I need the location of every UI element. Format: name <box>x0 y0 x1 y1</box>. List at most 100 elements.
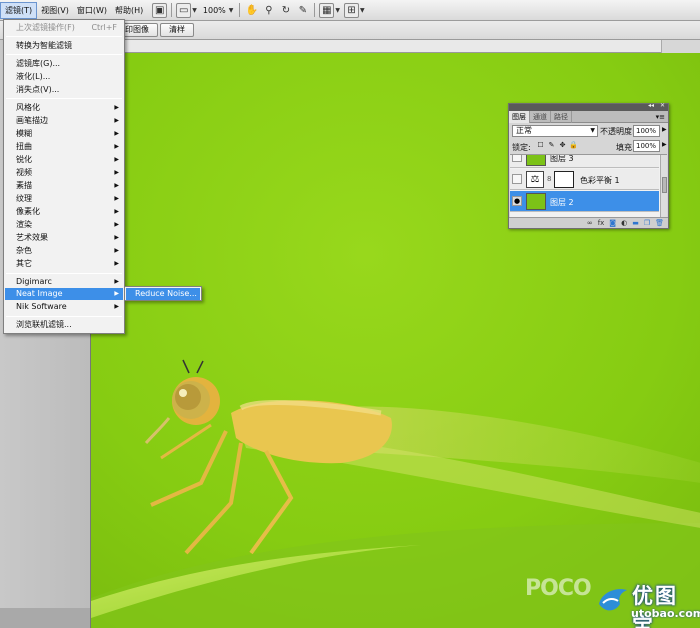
menu-item-stylize[interactable]: 风格化 ▶ <box>5 102 123 114</box>
screen-mode-icon[interactable]: ▭ <box>176 2 192 18</box>
poco-watermark: POCO <box>525 576 592 601</box>
menu-view[interactable]: 视图(V) <box>37 2 73 19</box>
menu-item-label: 模糊 <box>16 129 32 138</box>
menu-item-other[interactable]: 其它 ▶ <box>5 258 123 270</box>
tab-layers[interactable]: 图层 <box>509 111 530 123</box>
layer-row[interactable]: 图层 3 <box>510 155 659 168</box>
menu-item-label: Nik Software <box>16 302 67 311</box>
menu-item-label: 消失点(V)... <box>16 85 60 94</box>
lock-all-icon[interactable]: 🔒 <box>569 141 578 150</box>
chevron-down-icon[interactable]: ▼ <box>192 7 197 14</box>
submenu-arrow-icon: ▶ <box>114 104 119 111</box>
layer-style-icon[interactable]: fx <box>598 219 605 227</box>
chevron-down-icon[interactable]: ▼ <box>360 7 365 14</box>
menu-item-label: 渲染 <box>16 220 32 229</box>
delete-layer-icon[interactable]: 🗑 <box>655 219 664 227</box>
ruler-tool-icon[interactable]: ✎ <box>295 3 310 18</box>
fill-field[interactable]: 100% <box>633 140 660 152</box>
menu-item-filter-gallery[interactable]: 滤镜库(G)... <box>5 58 123 70</box>
menu-item-label: 液化(L)... <box>16 72 51 81</box>
hand-tool-icon[interactable]: ✋ <box>244 3 259 18</box>
submenu-arrow-icon: ▶ <box>114 221 119 228</box>
link-icon[interactable]: 8 <box>547 175 551 183</box>
menu-item-sharpen[interactable]: 锐化 ▶ <box>5 154 123 166</box>
menu-item-brush-strokes[interactable]: 画笔描边 ▶ <box>5 115 123 127</box>
chevron-down-icon[interactable]: ▼ <box>229 7 234 14</box>
menu-item-blur[interactable]: 模糊 ▶ <box>5 128 123 140</box>
adjustment-layer-icon[interactable]: ◐ <box>621 219 627 227</box>
visibility-toggle[interactable] <box>512 174 522 184</box>
submenu-arrow-icon: ▶ <box>114 182 119 189</box>
menu-item-label: 锐化 <box>16 155 32 164</box>
lock-transparency-icon[interactable]: ☐ <box>536 141 545 150</box>
menu-item-artistic[interactable]: 艺术效果 ▶ <box>5 232 123 244</box>
menu-item-pixelate[interactable]: 像素化 ▶ <box>5 206 123 218</box>
arrange-documents-icon[interactable]: ▦ <box>319 2 335 18</box>
menu-item-convert-smart-filter[interactable]: 转换为智能滤镜 <box>5 40 123 52</box>
submenu-arrow-icon: ▶ <box>114 195 119 202</box>
menu-item-render[interactable]: 渲染 ▶ <box>5 219 123 231</box>
layer-list: 图层 3 ⚖ 8 色彩平衡 1 ● 图层 2 <box>510 154 667 217</box>
menu-item-label: 浏览联机滤镜... <box>16 320 72 329</box>
menu-item-digimarc[interactable]: Digimarc ▶ <box>5 276 123 288</box>
menu-window[interactable]: 窗口(W) <box>73 2 111 19</box>
menu-item-vanishing-point[interactable]: 消失点(V)... <box>5 84 123 96</box>
tab-paths[interactable]: 路径 <box>551 111 572 123</box>
menu-item-label: 像素化 <box>16 207 40 216</box>
menu-item-liquify[interactable]: 液化(L)... <box>5 71 123 83</box>
menu-item-texture[interactable]: 纹理 ▶ <box>5 193 123 205</box>
new-group-icon[interactable]: ▬ <box>632 219 639 227</box>
menu-item-reduce-noise[interactable]: Reduce Noise... <box>126 288 200 300</box>
menu-item-label: 视频 <box>16 168 32 177</box>
tab-channels[interactable]: 通道 <box>530 111 551 123</box>
menu-item-label: 上次滤镜操作(F) <box>16 23 75 32</box>
menu-item-sketch[interactable]: 素描 ▶ <box>5 180 123 192</box>
menu-filter[interactable]: 滤镜(T) <box>0 1 38 19</box>
add-mask-icon[interactable]: ◙ <box>609 219 616 227</box>
layer-list-scrollbar[interactable] <box>660 155 667 217</box>
collapse-icon[interactable]: ◂◂ <box>648 102 654 109</box>
scrollbar-thumb[interactable] <box>662 177 667 193</box>
eye-icon[interactable]: ● <box>512 196 522 206</box>
lock-pixels-icon[interactable]: ✎ <box>547 141 556 150</box>
menu-item-nik-software[interactable]: Nik Software ▶ <box>5 301 123 313</box>
menu-item-distort[interactable]: 扭曲 ▶ <box>5 141 123 153</box>
layer-thumbnail <box>526 155 546 166</box>
submenu-arrow-icon: ▶ <box>114 234 119 241</box>
logo-chinese-text: 优图宝 <box>632 584 678 628</box>
rotate-view-icon[interactable]: ↻ <box>278 3 293 18</box>
layer-row[interactable]: ● 图层 2 <box>510 191 659 212</box>
panel-title-bar[interactable]: ◂◂ ✕ <box>509 102 668 111</box>
menu-item-browse-filters-online[interactable]: 浏览联机滤镜... <box>5 319 123 331</box>
menu-help[interactable]: 帮助(H) <box>111 2 147 19</box>
menu-item-label: 风格化 <box>16 103 40 112</box>
chevron-right-icon[interactable]: ▶ <box>662 126 667 133</box>
menu-item-neat-image[interactable]: Neat Image ▶ <box>5 288 123 300</box>
opacity-field[interactable]: 100% <box>633 125 660 137</box>
utobao-logo: 优图宝 utobao.com <box>596 580 700 628</box>
fill-label: 填充: <box>616 143 635 152</box>
new-layer-icon[interactable]: ❐ <box>644 219 650 227</box>
menu-item-noise[interactable]: 杂色 ▶ <box>5 245 123 257</box>
zoom-tool-icon[interactable]: ⚲ <box>261 3 276 18</box>
layer-row[interactable]: ⚖ 8 色彩平衡 1 <box>510 169 659 190</box>
panel-menu-icon[interactable]: ▾≡ <box>656 111 665 123</box>
menu-item-last-filter[interactable]: 上次滤镜操作(F) Ctrl+F <box>5 22 123 34</box>
lock-position-icon[interactable]: ✥ <box>558 141 567 150</box>
close-icon[interactable]: ✕ <box>660 102 665 109</box>
zoom-level[interactable]: 100% <box>200 6 229 15</box>
lock-icons: ☐ ✎ ✥ 🔒 <box>536 141 580 150</box>
clear-button[interactable]: 清样 <box>160 23 194 37</box>
menu-item-label: 转换为智能滤镜 <box>16 41 72 50</box>
visibility-toggle[interactable] <box>512 155 522 162</box>
extras-icon[interactable]: ⊞ <box>344 2 360 18</box>
submenu-arrow-icon: ▶ <box>114 143 119 150</box>
color-balance-icon: ⚖ <box>526 171 544 188</box>
bridge-icon[interactable]: ▣ <box>152 2 168 18</box>
blend-mode-select[interactable]: 正常 ▼ <box>512 125 598 137</box>
link-layers-icon[interactable]: ∞ <box>587 219 593 227</box>
layer-mask-thumbnail[interactable] <box>554 171 574 188</box>
chevron-down-icon[interactable]: ▼ <box>335 7 340 14</box>
chevron-right-icon[interactable]: ▶ <box>662 141 667 148</box>
menu-item-video[interactable]: 视频 ▶ <box>5 167 123 179</box>
